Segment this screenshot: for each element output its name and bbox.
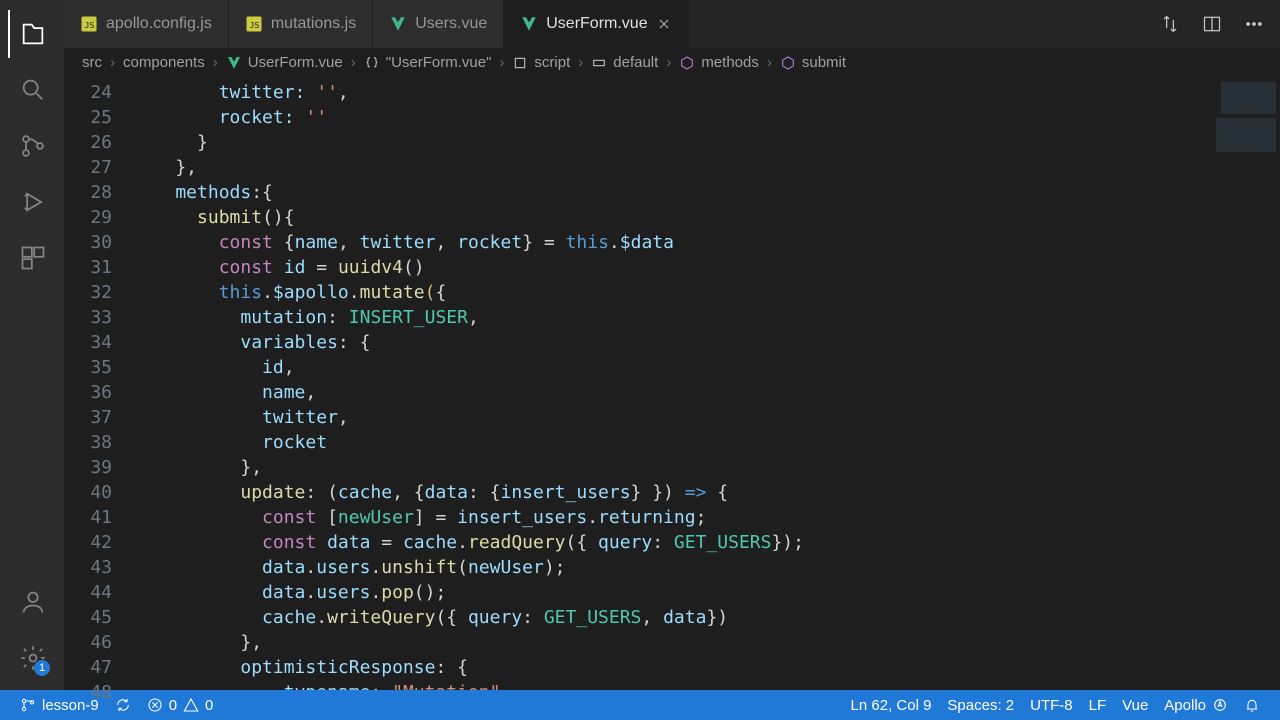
settings-badge: 1	[34, 660, 50, 676]
variable-icon	[591, 55, 607, 71]
more-actions-icon[interactable]	[1242, 12, 1266, 36]
close-icon[interactable]	[656, 16, 672, 32]
status-apollo[interactable]: Apollo	[1156, 697, 1236, 714]
tab-bar: JS apollo.config.js JS mutations.js Users.vu…	[64, 0, 1280, 48]
compare-changes-icon[interactable]	[1158, 12, 1182, 36]
method-icon	[679, 55, 695, 71]
code-content[interactable]: twitter: '', rocket: '' } }, methods:{ s…	[132, 78, 1200, 690]
tab-users-vue[interactable]: Users.vue	[373, 0, 504, 48]
activity-explorer[interactable]	[8, 10, 56, 58]
activity-account[interactable]	[8, 578, 56, 626]
status-problems[interactable]: 0 0	[139, 690, 222, 720]
module-icon	[512, 55, 528, 71]
code-editor[interactable]: 2425262728293031323334353637383940414243…	[64, 78, 1200, 690]
svg-text:JS: JS	[249, 20, 259, 30]
status-language[interactable]: Vue	[1114, 697, 1156, 714]
status-eol[interactable]: LF	[1081, 697, 1115, 714]
split-editor-icon[interactable]	[1200, 12, 1224, 36]
braces-icon	[364, 55, 380, 71]
breadcrumb-item: src	[82, 54, 102, 71]
tab-label: UserForm.vue	[546, 15, 647, 33]
activity-bar: 1	[0, 0, 64, 690]
status-notifications[interactable]	[1236, 697, 1268, 713]
breadcrumb-item: default	[591, 54, 658, 71]
activity-debug[interactable]	[8, 178, 56, 226]
tab-mutations-js[interactable]: JS mutations.js	[229, 0, 373, 48]
status-bar: lesson-9 0 0 Ln 62, Col 9 Spaces: 2 UTF-…	[0, 690, 1280, 720]
activity-search[interactable]	[8, 66, 56, 114]
breadcrumb-item: methods	[679, 54, 759, 71]
breadcrumb-item: UserForm.vue	[226, 54, 343, 71]
tab-apollo-config-js[interactable]: JS apollo.config.js	[64, 0, 229, 48]
tab-userform-vue[interactable]: UserForm.vue	[504, 0, 688, 48]
activity-scm[interactable]	[8, 122, 56, 170]
tab-label: apollo.config.js	[106, 15, 212, 33]
line-number-gutter: 2425262728293031323334353637383940414243…	[64, 78, 132, 690]
activity-settings[interactable]: 1	[8, 634, 56, 682]
js-file-icon: JS	[245, 15, 263, 33]
js-file-icon: JS	[80, 15, 98, 33]
method-icon	[780, 55, 796, 71]
breadcrumb-item: "UserForm.vue"	[364, 54, 492, 71]
tab-label: mutations.js	[271, 15, 356, 33]
breadcrumb-item: script	[512, 54, 570, 71]
status-cursor-position[interactable]: Ln 62, Col 9	[843, 697, 940, 714]
breadcrumb[interactable]: src › components › UserForm.vue › "UserF…	[64, 48, 1280, 78]
vue-file-icon	[520, 15, 538, 33]
svg-text:JS: JS	[85, 20, 95, 30]
breadcrumb-item: submit	[780, 54, 846, 71]
status-indent[interactable]: Spaces: 2	[939, 697, 1022, 714]
vue-file-icon	[226, 55, 242, 71]
vue-file-icon	[389, 15, 407, 33]
breadcrumb-item: components	[123, 54, 205, 71]
tab-label: Users.vue	[415, 15, 487, 33]
status-encoding[interactable]: UTF-8	[1022, 697, 1081, 714]
minimap[interactable]	[1200, 78, 1280, 690]
activity-extensions[interactable]	[8, 234, 56, 282]
